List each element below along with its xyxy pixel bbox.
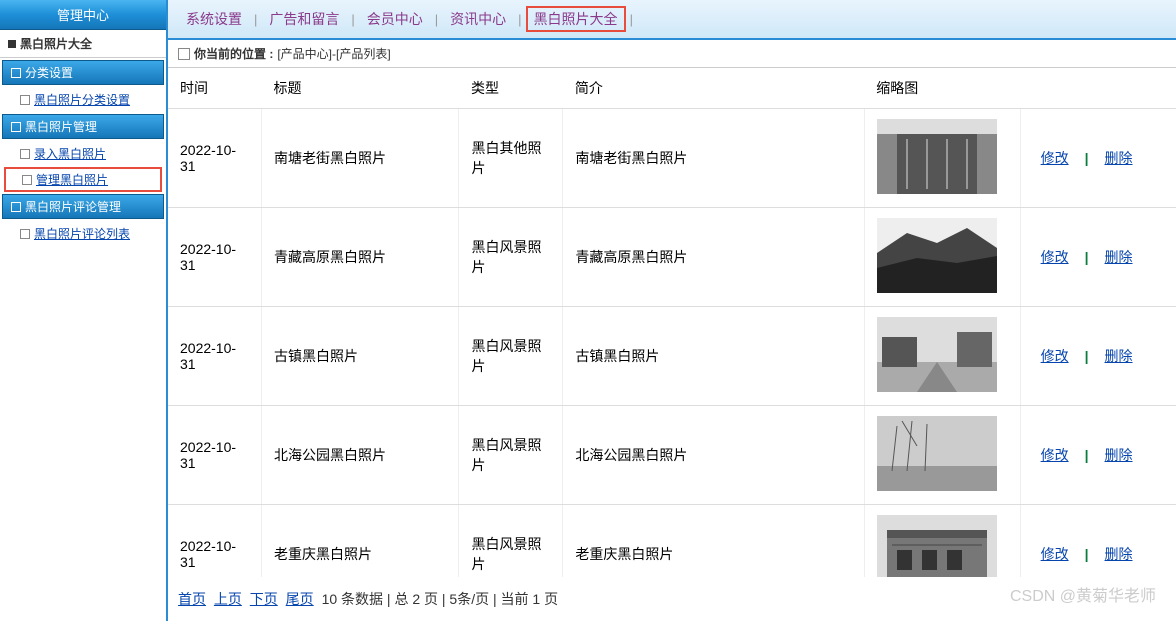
- delete-link[interactable]: 删除: [1097, 348, 1141, 364]
- edit-link[interactable]: 修改: [1033, 447, 1077, 463]
- col-header-time: 时间: [168, 68, 262, 109]
- cell-thumb: [864, 505, 1020, 578]
- sidebar-item-link[interactable]: 录入黑白照片: [34, 145, 106, 162]
- top-nav-item[interactable]: 黑白照片大全: [526, 6, 626, 32]
- edit-link[interactable]: 修改: [1033, 249, 1077, 265]
- cell-title: 青藏高原黑白照片: [262, 208, 459, 307]
- cell-intro: 北海公园黑白照片: [563, 406, 864, 505]
- col-header-actions: [1020, 68, 1176, 109]
- cell-type: 黑白其他照片: [459, 109, 563, 208]
- cell-time: 2022-10-31: [168, 307, 262, 406]
- action-separator: |: [1077, 546, 1097, 562]
- top-nav-item[interactable]: 资讯中心: [442, 7, 514, 31]
- cell-actions: 修改|删除: [1020, 406, 1176, 505]
- cell-type: 黑白风景照片: [459, 208, 563, 307]
- page-next[interactable]: 下页: [250, 591, 278, 607]
- sidebar-header: 管理中心: [0, 0, 166, 30]
- cell-time: 2022-10-31: [168, 109, 262, 208]
- top-nav: 系统设置 | 广告和留言 | 会员中心 | 资讯中心 | 黑白照片大全 |: [168, 0, 1176, 40]
- cell-thumb: [864, 307, 1020, 406]
- top-nav-item[interactable]: 会员中心: [359, 7, 431, 31]
- col-header-thumb: 缩略图: [864, 68, 1020, 109]
- table-row: 2022-10-31青藏高原黑白照片黑白风景照片青藏高原黑白照片修改|删除: [168, 208, 1176, 307]
- product-table: 时间 标题 类型 简介 缩略图 2022-10-31南塘老街黑白照片黑白其他照片…: [168, 68, 1176, 577]
- cell-time: 2022-10-31: [168, 505, 262, 578]
- edit-link[interactable]: 修改: [1033, 348, 1077, 364]
- cell-actions: 修改|删除: [1020, 109, 1176, 208]
- cell-title: 南塘老街黑白照片: [262, 109, 459, 208]
- top-nav-separator: |: [435, 12, 438, 27]
- delete-link[interactable]: 删除: [1097, 546, 1141, 562]
- cell-title: 古镇黑白照片: [262, 307, 459, 406]
- col-header-type: 类型: [459, 68, 563, 109]
- delete-link[interactable]: 删除: [1097, 150, 1141, 166]
- cell-time: 2022-10-31: [168, 208, 262, 307]
- top-nav-separator: |: [518, 12, 521, 27]
- cell-thumb: [864, 109, 1020, 208]
- cell-intro: 老重庆黑白照片: [563, 505, 864, 578]
- cell-intro: 古镇黑白照片: [563, 307, 864, 406]
- cell-actions: 修改|删除: [1020, 505, 1176, 578]
- cell-actions: 修改|删除: [1020, 307, 1176, 406]
- page-last[interactable]: 尾页: [286, 591, 314, 607]
- sidebar-item-link[interactable]: 黑白照片分类设置: [34, 91, 130, 108]
- top-nav-item[interactable]: 广告和留言: [261, 7, 347, 31]
- action-separator: |: [1077, 249, 1097, 265]
- cell-title: 老重庆黑白照片: [262, 505, 459, 578]
- cell-intro: 青藏高原黑白照片: [563, 208, 864, 307]
- action-separator: |: [1077, 348, 1097, 364]
- cell-type: 黑白风景照片: [459, 505, 563, 578]
- top-nav-item[interactable]: 系统设置: [178, 7, 250, 31]
- sidebar-item[interactable]: 管理黑白照片: [4, 167, 162, 192]
- cell-time: 2022-10-31: [168, 406, 262, 505]
- sidebar-item[interactable]: 黑白照片评论列表: [0, 221, 166, 246]
- top-nav-separator: |: [630, 12, 633, 27]
- sidebar-item-link[interactable]: 黑白照片评论列表: [34, 225, 130, 242]
- delete-link[interactable]: 删除: [1097, 447, 1141, 463]
- sidebar-item[interactable]: 黑白照片分类设置: [0, 87, 166, 112]
- thumbnail-image: [877, 119, 997, 194]
- page-first[interactable]: 首页: [178, 591, 206, 607]
- page-prev[interactable]: 上页: [214, 591, 242, 607]
- cell-type: 黑白风景照片: [459, 307, 563, 406]
- thumbnail-image: [877, 515, 997, 577]
- delete-link[interactable]: 删除: [1097, 249, 1141, 265]
- edit-link[interactable]: 修改: [1033, 546, 1077, 562]
- page-info: 10 条数据 | 总 2 页 | 5条/页 | 当前 1 页: [322, 591, 559, 607]
- sidebar-item[interactable]: 录入黑白照片: [0, 141, 166, 166]
- thumbnail-image: [877, 416, 997, 491]
- thumbnail-image: [877, 218, 997, 293]
- cell-title: 北海公园黑白照片: [262, 406, 459, 505]
- sidebar: 管理中心 黑白照片大全 分类设置黑白照片分类设置黑白照片管理录入黑白照片管理黑白…: [0, 0, 168, 621]
- top-nav-separator: |: [351, 12, 354, 27]
- breadcrumb-prefix: 你当前的位置 :: [194, 45, 273, 62]
- table-row: 2022-10-31老重庆黑白照片黑白风景照片老重庆黑白照片修改|删除: [168, 505, 1176, 578]
- table-wrapper: 时间 标题 类型 简介 缩略图 2022-10-31南塘老街黑白照片黑白其他照片…: [168, 68, 1176, 577]
- cell-actions: 修改|删除: [1020, 208, 1176, 307]
- section-header[interactable]: 黑白照片管理: [2, 114, 164, 139]
- section-header[interactable]: 黑白照片评论管理: [2, 194, 164, 219]
- section-header[interactable]: 分类设置: [2, 60, 164, 85]
- col-header-title: 标题: [262, 68, 459, 109]
- pagination: 首页 上页 下页 尾页 10 条数据 | 总 2 页 | 5条/页 | 当前 1…: [168, 577, 1176, 621]
- top-nav-separator: |: [254, 12, 257, 27]
- main-area: 系统设置 | 广告和留言 | 会员中心 | 资讯中心 | 黑白照片大全 | 你当前的位置 : [产…: [168, 0, 1176, 621]
- sidebar-title: 黑白照片大全: [0, 30, 166, 58]
- cell-type: 黑白风景照片: [459, 406, 563, 505]
- cell-intro: 南塘老街黑白照片: [563, 109, 864, 208]
- table-row: 2022-10-31南塘老街黑白照片黑白其他照片南塘老街黑白照片修改|删除: [168, 109, 1176, 208]
- cell-thumb: [864, 208, 1020, 307]
- breadcrumb-path: [产品中心]-[产品列表]: [277, 45, 390, 62]
- breadcrumb: 你当前的位置 : [产品中心]-[产品列表]: [168, 40, 1176, 68]
- sidebar-item-link[interactable]: 管理黑白照片: [36, 171, 108, 188]
- cell-thumb: [864, 406, 1020, 505]
- table-row: 2022-10-31古镇黑白照片黑白风景照片古镇黑白照片修改|删除: [168, 307, 1176, 406]
- edit-link[interactable]: 修改: [1033, 150, 1077, 166]
- col-header-intro: 简介: [563, 68, 864, 109]
- table-row: 2022-10-31北海公园黑白照片黑白风景照片北海公园黑白照片修改|删除: [168, 406, 1176, 505]
- action-separator: |: [1077, 150, 1097, 166]
- thumbnail-image: [877, 317, 997, 392]
- action-separator: |: [1077, 447, 1097, 463]
